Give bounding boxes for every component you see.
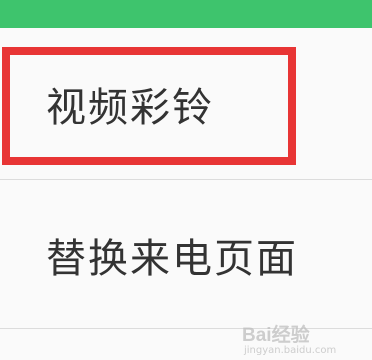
watermark-logo: Bai经验: [242, 325, 310, 346]
watermark-url: jingyan.baidu.com: [244, 345, 337, 356]
menu-item-video-ringtone[interactable]: 视频彩铃: [0, 28, 372, 180]
menu-item-label: 视频彩铃: [46, 84, 214, 131]
watermark: Bai经验 jingyan.baidu.com: [242, 320, 362, 356]
menu-item-label: 替换来电页面: [46, 235, 298, 282]
top-green-bar: [0, 0, 372, 28]
menu-item-replace-call-screen[interactable]: 替换来电页面: [0, 181, 372, 329]
